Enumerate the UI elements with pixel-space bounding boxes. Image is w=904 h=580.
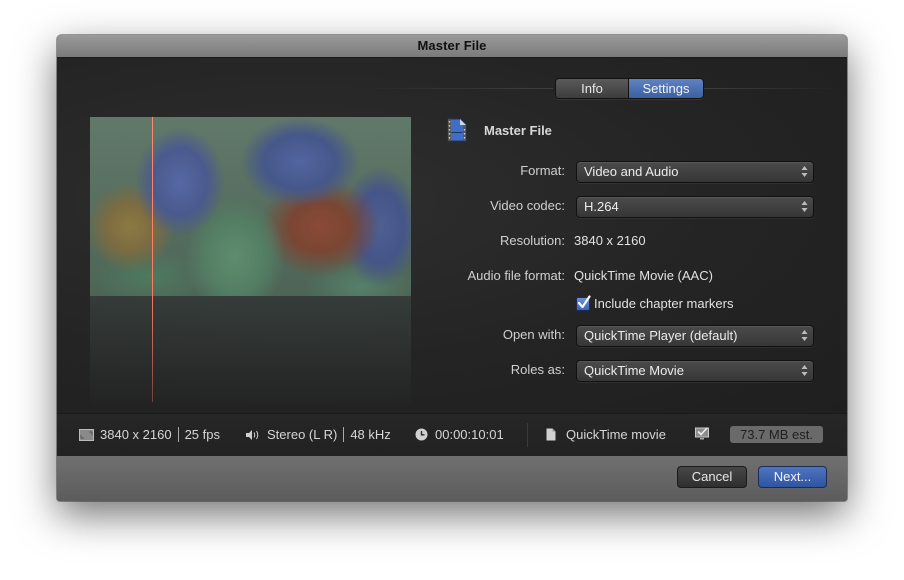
status-resolution: 3840 x 2160 xyxy=(100,427,172,442)
audio-file-format-row: Audio file format: QuickTime Movie (AAC) xyxy=(447,266,817,286)
video-info: 3840 x 2160 25 fps xyxy=(79,427,220,442)
video-codec-label: Video codec: xyxy=(490,198,565,213)
updown-arrows-icon xyxy=(801,200,808,213)
cancel-button[interactable]: Cancel xyxy=(677,466,747,488)
video-codec-row: Video codec: H.264 xyxy=(447,196,817,218)
resolution-value: 3840 x 2160 xyxy=(574,233,646,248)
status-fps: 25 fps xyxy=(184,427,220,442)
tab-info[interactable]: Info xyxy=(556,79,629,98)
audio-file-format-value: QuickTime Movie (AAC) xyxy=(574,268,713,283)
updown-arrows-icon xyxy=(801,165,808,178)
open-with-row: Open with: QuickTime Player (default) xyxy=(447,325,817,347)
updown-arrows-icon xyxy=(801,364,808,377)
film-document-icon xyxy=(447,118,467,142)
duration-info: 00:00:10:01 xyxy=(415,427,504,442)
resolution-row: Resolution: 3840 x 2160 xyxy=(447,231,817,251)
audio-file-format-label: Audio file format: xyxy=(467,268,565,283)
window-title: Master File xyxy=(57,35,847,58)
separator xyxy=(343,427,345,442)
file-title: Master File xyxy=(484,123,552,138)
open-with-value: QuickTime Player (default) xyxy=(584,328,738,343)
video-preview-thumbnail[interactable] xyxy=(90,117,411,296)
status-sample-rate: 48 kHz xyxy=(350,427,391,442)
roles-as-row: Roles as: QuickTime Movie xyxy=(447,360,817,382)
status-audio-channels: Stereo (L R) xyxy=(267,427,338,442)
status-file-type: QuickTime movie xyxy=(566,427,666,442)
updown-arrows-icon xyxy=(801,329,808,342)
format-value: Video and Audio xyxy=(584,164,679,179)
format-popup[interactable]: Video and Audio xyxy=(576,161,814,183)
format-label: Format: xyxy=(520,163,565,178)
preview-reflection xyxy=(90,296,411,406)
open-with-label: Open with: xyxy=(502,327,565,342)
clock-icon xyxy=(415,428,428,441)
video-codec-value: H.264 xyxy=(584,199,619,214)
share-dialog: Master File Info Settings Master File Fo… xyxy=(57,35,847,501)
file-type-info: QuickTime movie xyxy=(546,427,666,442)
audio-info: Stereo (L R) 48 kHz xyxy=(245,427,391,442)
skimmer-playhead[interactable] xyxy=(152,117,153,402)
tab-divider-left xyxy=(357,88,553,89)
tab-divider-right xyxy=(703,88,843,89)
document-icon xyxy=(546,428,556,441)
status-bar: 3840 x 2160 25 fps Stereo (L R) 48 kHz 0… xyxy=(57,413,847,457)
roles-as-value: QuickTime Movie xyxy=(584,363,684,378)
speaker-icon xyxy=(245,429,260,441)
status-duration: 00:00:10:01 xyxy=(435,427,504,442)
status-divider xyxy=(527,423,528,447)
separator xyxy=(177,427,179,442)
dialog-footer: Cancel Next... xyxy=(57,456,847,501)
dialog-content: Info Settings Master File Format: Video … xyxy=(57,58,847,413)
size-estimate-badge: 73.7 MB est. xyxy=(730,426,823,443)
video-frame-icon xyxy=(79,428,94,441)
chapter-markers-row: Include chapter markers xyxy=(576,295,816,314)
display-checkmark-icon xyxy=(695,427,709,441)
chapter-markers-checkbox[interactable] xyxy=(576,295,591,311)
next-button[interactable]: Next... xyxy=(758,466,827,488)
roles-as-popup[interactable]: QuickTime Movie xyxy=(576,360,814,382)
resolution-label: Resolution: xyxy=(499,233,565,248)
format-row: Format: Video and Audio xyxy=(447,161,817,183)
video-codec-popup[interactable]: H.264 xyxy=(576,196,814,218)
open-with-popup[interactable]: QuickTime Player (default) xyxy=(576,325,814,347)
tab-settings[interactable]: Settings xyxy=(629,79,703,98)
chapter-markers-label[interactable]: Include chapter markers xyxy=(594,296,733,311)
segmented-tabs: Info Settings xyxy=(555,78,704,99)
roles-as-label: Roles as: xyxy=(510,362,565,377)
